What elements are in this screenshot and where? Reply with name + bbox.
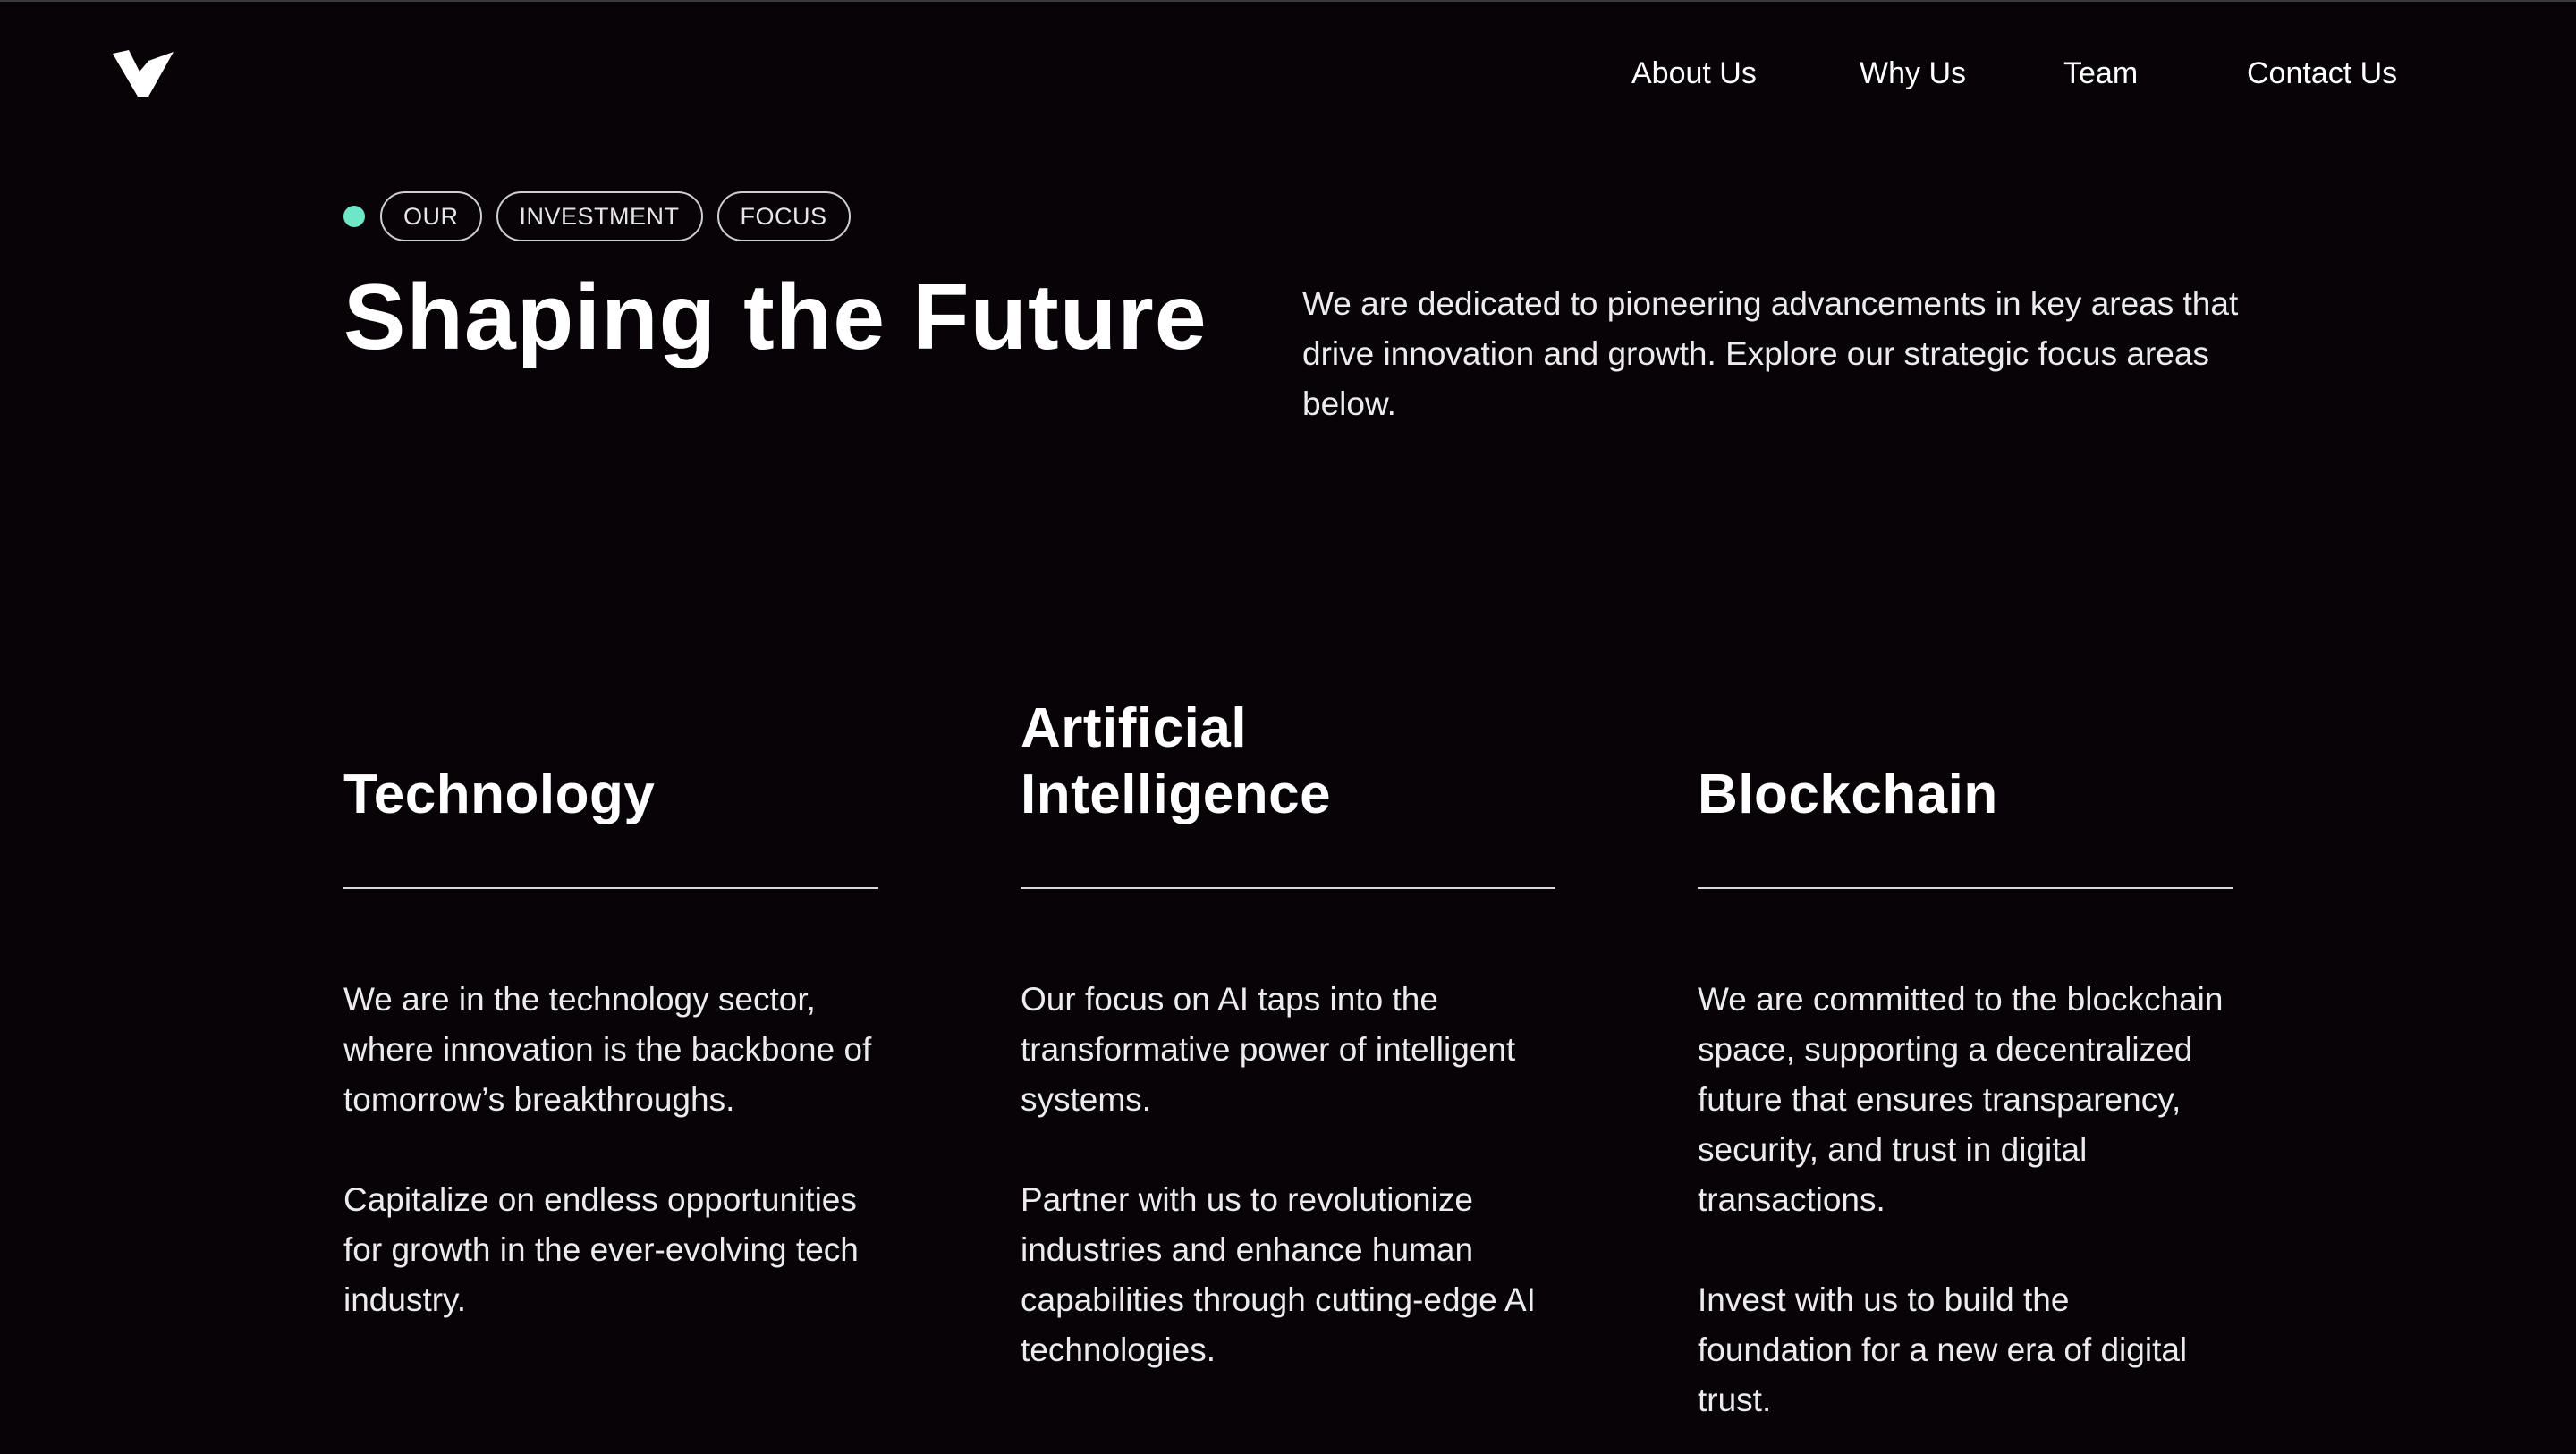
column-title-wrap: Technology — [343, 697, 878, 832]
column-title: Technology — [343, 764, 656, 825]
tag-focus: FOCUS — [716, 191, 851, 241]
nav-about-us[interactable]: About Us — [1631, 54, 1757, 93]
focus-column-ai: Artificial Intelligence Our focus on AI … — [1021, 697, 1555, 1425]
column-paragraph: Partner with us to revolutionize industr… — [1021, 1181, 1536, 1368]
logo-icon[interactable] — [113, 50, 174, 97]
tag-investment: INVESTMENT — [496, 191, 703, 241]
top-border — [0, 0, 2576, 2]
column-paragraph: Our focus on AI taps into the transforma… — [1021, 981, 1516, 1118]
tag-our: OUR — [380, 191, 482, 241]
focus-column-blockchain: Blockchain We are committed to the block… — [1698, 697, 2233, 1454]
divider — [1021, 887, 1555, 889]
column-title-wrap: Blockchain — [1698, 697, 2233, 832]
divider — [1698, 887, 2233, 889]
status-dot-icon — [343, 206, 365, 227]
column-body: Our focus on AI taps into the transforma… — [1021, 975, 1555, 1375]
column-paragraph: Capitalize on endless opportunities for … — [343, 1181, 859, 1318]
column-body: We are committed to the blockchain space… — [1698, 975, 2233, 1425]
nav-contact-us[interactable]: Contact Us — [2247, 54, 2397, 93]
nav-why-us[interactable]: Why Us — [1860, 54, 1966, 93]
column-paragraph: We are committed to the blockchain space… — [1698, 981, 2224, 1218]
nav-team[interactable]: Team — [2063, 54, 2138, 93]
column-title: Artificial Intelligence — [1021, 697, 1332, 825]
intro-text: We are dedicated to pioneering advanceme… — [1302, 285, 2239, 422]
focus-column-technology: Technology We are in the technology sect… — [343, 697, 878, 1375]
column-paragraph: We are in the technology sector, where i… — [343, 981, 872, 1118]
column-paragraph: Invest with us to build the foundation f… — [1698, 1281, 2188, 1418]
column-title: Blockchain — [1698, 764, 1998, 825]
column-title-wrap: Artificial Intelligence — [1021, 697, 1555, 832]
section-eyebrow: OUR INVESTMENT FOCUS — [343, 190, 865, 243]
page-title: Shaping the Future — [343, 266, 1208, 369]
column-body: We are in the technology sector, where i… — [343, 975, 878, 1325]
divider — [343, 887, 878, 889]
